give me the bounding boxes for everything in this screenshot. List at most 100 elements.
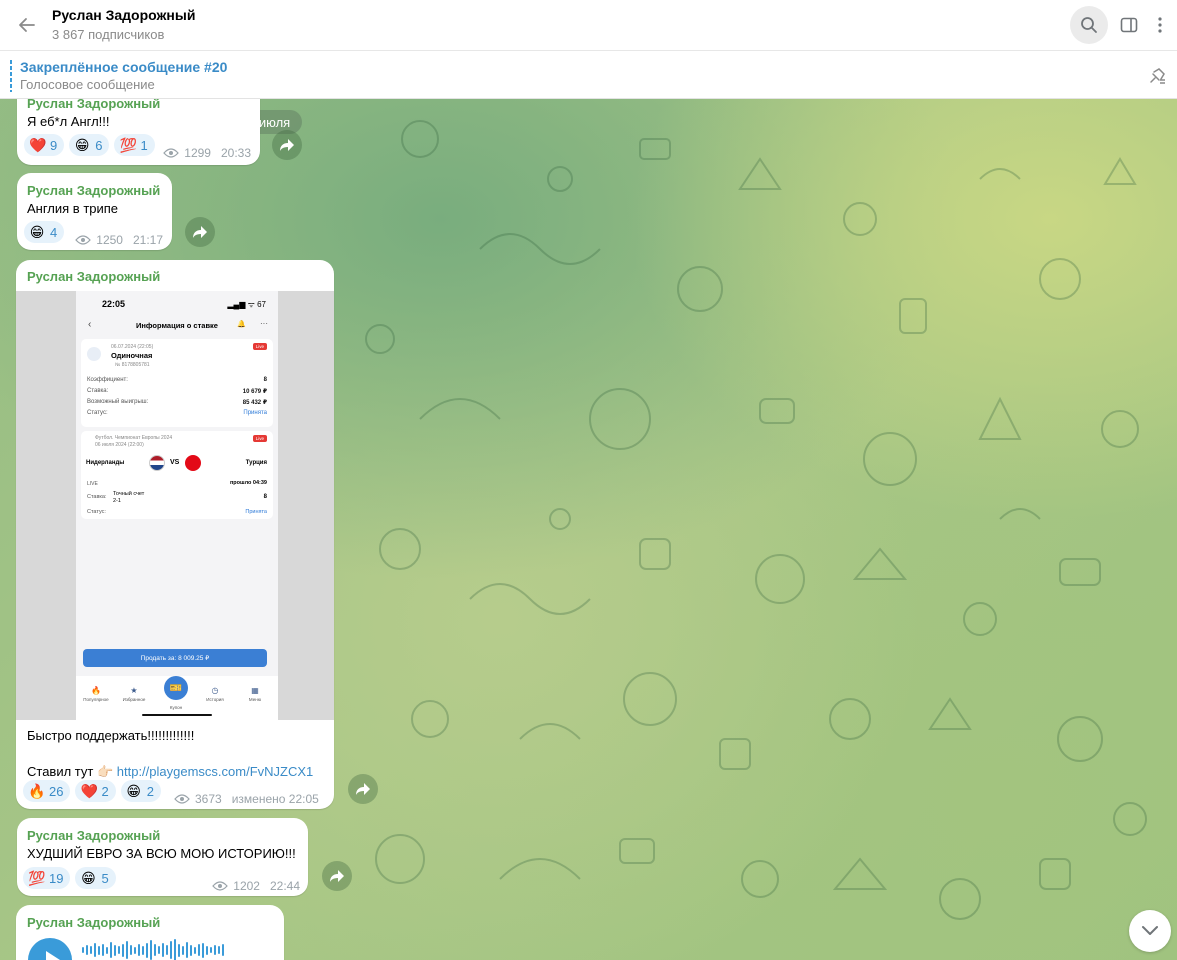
reaction-chip[interactable]: ❤️ 2 xyxy=(75,780,116,802)
phone-bell-icon: 🔔 xyxy=(237,321,246,328)
waveform-bar xyxy=(150,940,152,960)
pinned-indicator xyxy=(10,60,12,92)
voice-waveform[interactable] xyxy=(82,939,224,960)
live-label: LIVE xyxy=(87,481,98,487)
back-button[interactable] xyxy=(14,12,40,38)
waveform-bar xyxy=(186,942,188,958)
waveform-bar xyxy=(190,944,192,956)
reaction-count: 5 xyxy=(101,870,109,886)
message-meta: 3673 изменено 22:05 xyxy=(174,792,319,806)
share-button[interactable] xyxy=(322,861,352,891)
waveform-bar xyxy=(170,941,172,959)
unpin-button[interactable] xyxy=(1145,64,1169,88)
pinned-title: Закреплённое сообщение #20 xyxy=(20,59,228,75)
outcome-value: 2-1 xyxy=(113,498,121,504)
fire-icon: 🔥 xyxy=(91,686,101,695)
message-list[interactable]: 6 июля Руслан Задорожный Я еб*л Англ!!! … xyxy=(0,99,1177,960)
reaction-chip[interactable]: 😁 2 xyxy=(120,780,161,802)
vs-label: VS xyxy=(170,459,180,466)
message-author[interactable]: Руслан Задорожный xyxy=(27,828,160,843)
message-text: Быстро поддержать!!!!!!!!!!!!! xyxy=(27,728,195,743)
match-status-label: Статус: xyxy=(87,509,106,515)
share-button[interactable] xyxy=(185,217,215,247)
message-bubble[interactable]: Руслан Задорожный ХУДШИЙ ЕВРО ЗА ВСЮ МОЮ… xyxy=(17,818,308,896)
search-button[interactable] xyxy=(1070,6,1108,44)
netherlands-flag-icon xyxy=(149,455,165,471)
waveform-bar xyxy=(158,946,160,954)
share-arrow-icon xyxy=(280,139,294,151)
share-arrow-icon xyxy=(330,870,344,882)
message-meta: 1202 22:44 xyxy=(212,879,300,893)
phone-screen: 22:05 ▂▄▆ ᯤ 67 ‹ Информация о ставке 🔔 ·… xyxy=(76,291,278,720)
search-icon xyxy=(1081,17,1097,33)
reaction-chip[interactable]: 💯 1 xyxy=(114,134,155,156)
bet-type: Одиночная xyxy=(111,351,153,360)
view-count: 1250 xyxy=(96,233,123,247)
more-menu-button[interactable] xyxy=(1145,6,1175,44)
sell-bet-button: Продать за: 8 009.25 ₽ xyxy=(83,649,267,667)
menu-icon: ▦ xyxy=(251,686,259,695)
reactions: 😁 4 xyxy=(24,221,65,243)
phone-tab: ▦ Меню xyxy=(235,686,275,702)
bet-row: Ставка: 10 679 ₽ xyxy=(87,388,267,395)
message-text: Я еб*л Англ!!! xyxy=(27,114,110,129)
bet-screenshot-image[interactable]: 22:05 ▂▄▆ ᯤ 67 ‹ Информация о ставке 🔔 ·… xyxy=(16,291,334,720)
waveform-bar xyxy=(102,944,104,956)
reaction-chip[interactable]: 😁 4 xyxy=(24,221,65,243)
team-away: Турция xyxy=(245,460,267,466)
message-bubble[interactable]: Руслан Задорожный Я еб*л Англ!!! ❤️ 9 😁 6 … xyxy=(17,99,260,165)
sidebar-toggle-icon xyxy=(1120,17,1138,33)
grin-emoji: 😁 xyxy=(126,783,141,799)
coupon-icon: 🎫 xyxy=(164,676,188,700)
phone-nav: ‹ Информация о ставке 🔔 ··· xyxy=(76,319,278,335)
grin-emoji: 😁 xyxy=(74,137,90,153)
message-author[interactable]: Руслан Задорожный xyxy=(27,183,160,198)
waveform-bar xyxy=(134,946,136,954)
pinned-message-bar[interactable]: Закреплённое сообщение #20 Голосовое соо… xyxy=(0,52,1177,99)
waveform-bar xyxy=(202,942,204,958)
share-button[interactable] xyxy=(348,774,378,804)
channel-title[interactable]: Руслан Задорожный xyxy=(52,7,195,23)
sidebar-toggle-button[interactable] xyxy=(1110,6,1148,44)
waveform-bar xyxy=(106,946,108,954)
message-bubble[interactable]: Руслан Задорожный Англия в трипе 😁 4 1250… xyxy=(17,173,172,250)
live-badge: Live xyxy=(252,435,267,442)
scroll-to-bottom-button[interactable] xyxy=(1129,910,1171,952)
turkey-flag-icon xyxy=(185,455,201,471)
waveform-bar xyxy=(82,947,84,953)
reaction-count: 6 xyxy=(95,137,103,153)
reaction-chip[interactable]: 😁 6 xyxy=(69,134,110,156)
message-author[interactable]: Руслан Задорожный xyxy=(27,269,160,284)
message-meta: 1250 21:17 xyxy=(75,233,163,247)
share-arrow-icon xyxy=(193,226,207,238)
share-button[interactable] xyxy=(272,130,302,160)
reaction-count: 9 xyxy=(50,137,58,153)
waveform-bar xyxy=(222,944,224,956)
reaction-chip[interactable]: 😁 5 xyxy=(75,867,116,889)
phone-tabbar: 🔥 Популярное ★ Избранное 🎫 Купон ◷ История … xyxy=(76,676,278,720)
chat-header: Руслан Задорожный 3 867 подписчиков xyxy=(0,0,1177,51)
team-home: Нидерланды xyxy=(86,460,125,466)
reaction-chip[interactable]: 🔥 26 xyxy=(23,780,71,802)
message-author[interactable]: Руслан Задорожный xyxy=(27,99,160,111)
waveform-bar xyxy=(166,945,168,955)
bet-card: 06.07.2024 (22:05) Одиночная № 817880578… xyxy=(81,339,273,427)
message-author[interactable]: Руслан Задорожный xyxy=(27,915,160,930)
more-vertical-icon xyxy=(1158,17,1162,33)
views-eye-icon xyxy=(174,794,190,804)
pin-list-icon xyxy=(1150,68,1165,84)
hundred-emoji: 💯 xyxy=(28,870,46,886)
reactions: 💯 19 😁 5 xyxy=(23,867,116,889)
views-eye-icon xyxy=(212,881,229,891)
reactions: ❤️ 9 😁 6 💯 1 xyxy=(24,134,155,156)
bet-id: № 8178805781 xyxy=(115,362,150,368)
reaction-chip[interactable]: ❤️ 9 xyxy=(24,134,65,156)
view-count: 1299 xyxy=(184,146,211,160)
reaction-chip[interactable]: 💯 19 xyxy=(23,867,71,889)
views-eye-icon xyxy=(163,148,180,158)
waveform-bar xyxy=(122,943,124,957)
pinned-subtitle: Голосовое сообщение xyxy=(20,77,155,92)
phone-tab: ◷ История xyxy=(195,686,235,702)
message-time: 21:17 xyxy=(132,233,163,247)
message-link[interactable]: http://playgemscs.com/FvNJZCX1 xyxy=(117,764,314,779)
